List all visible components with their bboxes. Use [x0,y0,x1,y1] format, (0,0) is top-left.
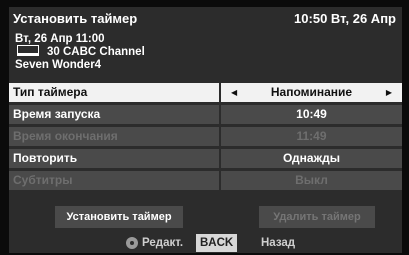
setting-row-timer-type[interactable]: Тип таймера ◀ Напоминание ▶ [9,83,402,102]
program-datetime: Вт, 26 Апр 11:00 [15,33,105,45]
setting-label: Тип таймера [9,83,219,102]
setting-value[interactable]: Однажды [221,149,402,168]
back-key-icon[interactable]: BACK [196,234,238,252]
dialog-header: Установить таймер 10:50 Вт, 26 Апр [9,7,402,31]
program-channel-row: 30 CABC Channel [15,45,145,59]
clock-display: 10:50 Вт, 26 Апр [294,11,396,26]
program-name: Seven Wonder4 [15,59,102,71]
set-timer-button[interactable]: Установить таймер [55,206,183,228]
setting-value-timer-type[interactable]: ◀ Напоминание ▶ [221,83,402,102]
delete-timer-button: Удалить таймер [259,206,375,228]
program-channel: 30 CABC Channel [47,46,145,58]
navigation-pad-icon [126,237,138,249]
setting-label: Время окончания [9,127,219,146]
timer-dialog: Установить таймер 10:50 Вт, 26 Апр Вт, 2… [9,7,402,253]
setting-value: 11:49 [221,127,402,146]
program-info: Вт, 26 Апр 11:00 30 CABC Channel Seven W… [15,33,145,72]
setting-value: Напоминание [270,85,353,99]
footer-hints: Редакт. BACK Назад [9,233,402,253]
setting-row-end-time: Время окончания 11:49 [9,127,402,146]
tv-icon [17,45,39,57]
setting-row-start-time[interactable]: Время запуска 10:49 [9,105,402,124]
edit-hint: Редакт. [142,237,184,249]
settings-list: Тип таймера ◀ Напоминание ▶ Время запуск… [9,83,402,193]
arrow-left-icon[interactable]: ◀ [231,83,237,102]
setting-value[interactable]: 10:49 [221,105,402,124]
setting-row-repeat[interactable]: Повторить Однажды [9,149,402,168]
setting-label: Время запуска [9,105,219,124]
dialog-title: Установить таймер [13,11,138,26]
setting-value: Выкл [221,171,402,190]
setting-label: Субтитры [9,171,219,190]
setting-label: Повторить [9,149,219,168]
arrow-right-icon[interactable]: ▶ [386,83,392,102]
setting-row-subtitles: Субтитры Выкл [9,171,402,190]
back-hint: Назад [261,237,296,249]
